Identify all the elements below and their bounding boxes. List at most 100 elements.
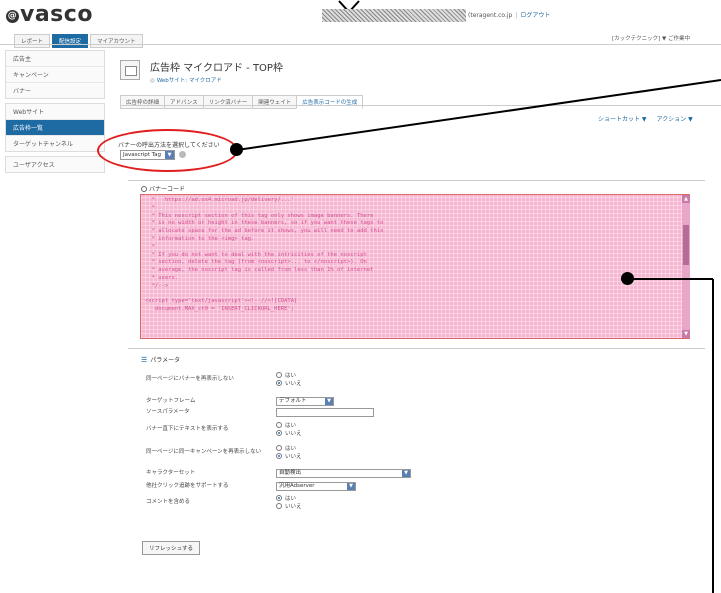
param-radio-group: はい いいえ xyxy=(276,495,302,511)
radio-button[interactable] xyxy=(276,453,282,459)
select-value: 自動検出 xyxy=(279,470,302,476)
sidebar-group: ユーザアクセス xyxy=(5,156,105,173)
website-icon: ◎ xyxy=(150,78,155,84)
subtab-0[interactable]: 広告枠の詳細 xyxy=(120,95,165,109)
sidebar-group: Webサイト 広告枠一覧 ターゲットチャンネル xyxy=(5,103,105,152)
sidebar-item[interactable]: 広告枠一覧 xyxy=(6,120,104,136)
radio-option[interactable]: いいえ xyxy=(276,430,302,438)
sidebar-item[interactable]: 広告主 xyxy=(6,51,104,67)
scroll-thumb xyxy=(683,225,689,265)
select-value: 汎用Adserver xyxy=(279,483,315,489)
radio-button[interactable] xyxy=(276,503,282,509)
top-links: (teragent.co.jp | ログアウト xyxy=(468,12,551,19)
radio-button[interactable] xyxy=(276,422,282,428)
subtab-1[interactable]: アドバンス xyxy=(164,95,203,109)
shortcut-menu[interactable]: ショートカット ▼ xyxy=(598,114,647,123)
chevron-down-icon: ▼ xyxy=(347,483,355,490)
param-select[interactable]: デフォルト ▼ xyxy=(276,397,334,406)
code-line: * xyxy=(145,204,155,211)
sidebar-item[interactable]: キャンペーン xyxy=(6,67,104,83)
code-line: * section, delete the tag (from <noscrip… xyxy=(145,259,367,266)
code-line: * allocate space for the ad before it sh… xyxy=(145,228,384,235)
radio-button[interactable] xyxy=(276,445,282,451)
param-select[interactable]: 自動検出 ▼ xyxy=(276,469,411,478)
param-label: ターゲットフレーム xyxy=(146,398,196,404)
zone-icon xyxy=(120,60,140,80)
radio-option[interactable]: いいえ xyxy=(276,503,302,511)
tab-2[interactable]: マイアカウント xyxy=(90,34,143,48)
sidebar-item[interactable]: ユーザアクセス xyxy=(6,157,104,172)
params-divider xyxy=(128,348,705,349)
param-label: コメントを含める xyxy=(146,499,191,505)
code-line: * xyxy=(145,243,155,250)
sidebar-item[interactable]: ターゲットチャンネル xyxy=(6,136,104,151)
subtab-2[interactable]: リンク済バナー xyxy=(202,95,253,109)
param-label: キャラクターセット xyxy=(146,470,196,476)
radio-button[interactable] xyxy=(276,380,282,386)
main-tabs: レポート 配信設定 マイアカウント xyxy=(14,34,143,48)
radio-label: いいえ xyxy=(285,431,302,437)
user-menu[interactable]: [カックテクニック] ▼ ご作業中 xyxy=(612,34,690,42)
code-scrollbar[interactable]: ▲ ▼ xyxy=(682,195,690,338)
radio-button[interactable] xyxy=(276,495,282,501)
banner-code-textarea[interactable]: * https://ad.ox4.microad.jp/delivery/...… xyxy=(140,194,690,339)
code-line: document.MAX_ct0 = 'INSERT_CLICKURL_HERE… xyxy=(145,306,295,313)
param-select[interactable]: 汎用Adserver ▼ xyxy=(276,482,356,491)
sidebar-item[interactable]: Webサイト xyxy=(6,104,104,120)
action-menu[interactable]: アクション ▼ xyxy=(657,114,693,123)
radio-button[interactable] xyxy=(276,430,282,436)
sidebar-item[interactable]: バナー xyxy=(6,83,104,98)
annotation-dot-select xyxy=(230,143,243,156)
param-label: 他社クリック追跡をサポートする xyxy=(146,483,229,489)
code-line: */--> xyxy=(145,282,169,289)
logo-text: vasco xyxy=(20,2,93,27)
page-title: 広告枠 マイクロアド - TOP枠 xyxy=(150,63,283,74)
radio-label: はい xyxy=(285,423,297,429)
sidebar-group: 広告主 キャンペーン バナー xyxy=(5,50,105,99)
radio-option[interactable]: はい xyxy=(276,372,302,380)
tab-0[interactable]: レポート xyxy=(14,34,51,48)
radio-label: はい xyxy=(285,373,297,379)
param-label: バナー直下にテキストを表示する xyxy=(146,426,229,432)
param-radio-group: はい いいえ xyxy=(276,372,302,388)
param-radio-group: はい いいえ xyxy=(276,445,302,461)
scroll-down-icon: ▼ xyxy=(682,330,690,338)
radio-label: いいえ xyxy=(285,454,302,460)
radio-option[interactable]: はい xyxy=(276,495,302,503)
chevron-down-icon: ▼ xyxy=(402,470,410,477)
radio-label: はい xyxy=(285,446,297,452)
param-label: ソースパラメータ xyxy=(146,409,190,415)
zone-subtabs: 広告枠の詳細 アドバンス リンク済バナー 関連ウェイト 広告表示コードの生成 xyxy=(120,95,364,109)
sidebar: 広告主 キャンペーン バナー Webサイト 広告枠一覧 ターゲットチャンネル ユーザアクセス xyxy=(5,50,105,177)
code-icon xyxy=(141,186,147,192)
select-value: デフォルト xyxy=(279,398,307,404)
param-label: 同一ページにバナーを再表示しない xyxy=(146,376,234,382)
radio-option[interactable]: はい xyxy=(276,422,302,430)
subtab-3[interactable]: 関連ウェイト xyxy=(252,95,297,109)
radio-label: はい xyxy=(285,496,297,502)
source-param-input[interactable] xyxy=(276,408,374,417)
page-subtitle[interactable]: ◎ Webサイト: マイクロアド xyxy=(150,76,222,84)
code-title: バナーコード xyxy=(141,184,185,193)
code-line: * average, the noscript tag is called fr… xyxy=(145,267,374,274)
list-icon: ☰ xyxy=(141,356,148,364)
param-label: 同一ページに同一キャンペーンを再表示しない xyxy=(146,449,262,455)
annotation-dot-code xyxy=(621,272,634,285)
code-line: <script type='text/javascript'><!--//<![… xyxy=(145,298,298,305)
radio-button[interactable] xyxy=(276,372,282,378)
account-link[interactable]: (teragent.co.jp xyxy=(468,12,512,19)
logo-mark: @ xyxy=(6,10,19,23)
radio-option[interactable]: いいえ xyxy=(276,453,302,461)
refresh-button[interactable]: リフレッシュする xyxy=(142,541,201,555)
code-line: * is no width or height in these banners… xyxy=(145,220,384,227)
subtab-4[interactable]: 広告表示コードの生成 xyxy=(296,95,364,109)
radio-option[interactable]: はい xyxy=(276,445,302,453)
annotation-red-oval xyxy=(97,129,238,172)
radio-label: いいえ xyxy=(285,381,302,387)
radio-label: いいえ xyxy=(285,504,302,510)
tab-1[interactable]: 配信設定 xyxy=(52,34,89,48)
redacted-account-box xyxy=(322,9,466,22)
logout-link[interactable]: ログアウト xyxy=(520,12,550,19)
radio-option[interactable]: いいえ xyxy=(276,380,302,388)
